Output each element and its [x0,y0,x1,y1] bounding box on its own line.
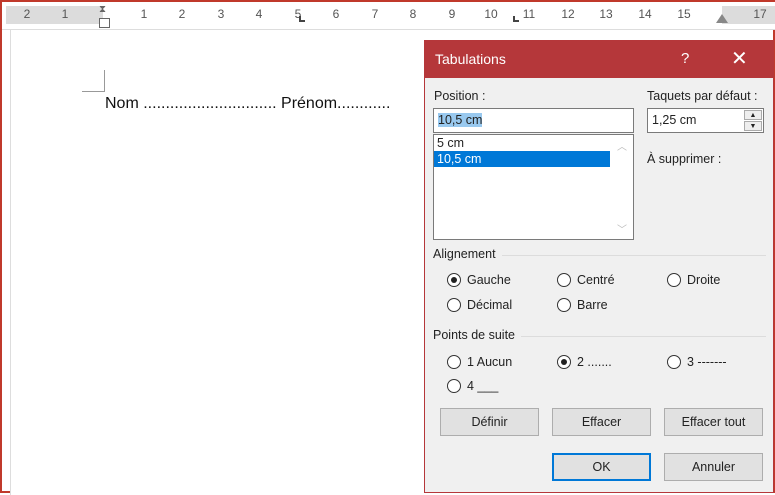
ruler-tick-label: 1 [61,7,69,21]
cancel-button[interactable]: Annuler [664,453,763,481]
ruler-tick-label: 2 [178,7,186,21]
align-center-radio[interactable]: Centré [557,273,615,287]
right-indent-marker[interactable] [716,14,728,23]
tab-stop-item-selected[interactable]: 10,5 cm [434,151,610,167]
set-button[interactable]: Définir [440,408,539,436]
left-tab-stop-10-5[interactable] [513,16,519,22]
left-tab-stop-5[interactable] [299,16,305,22]
ok-button[interactable]: OK [552,453,651,481]
dialog-title: Tabulations [435,51,506,67]
ruler-tick-label: 17 [753,7,767,21]
alignment-section: Alignement [433,247,766,261]
ruler-tick-label: 12 [561,7,575,21]
margin-corner-mark [82,70,105,92]
position-label: Position : [434,89,486,103]
tabs-dialog: Tabulations ? ✕ Position : 10,5 cm 5 cm … [424,40,774,493]
spin-down-icon[interactable]: ▼ [744,121,762,131]
ruler-tick-label: 6 [332,7,340,21]
ruler-tick-label: 1 [140,7,148,21]
first-line-indent-marker[interactable]: ⧗ [99,4,106,15]
tab-stop-list[interactable]: 5 cm 10,5 cm ︿ ﹀ [433,134,634,240]
left-indent-marker[interactable] [99,18,110,28]
tab-stop-item[interactable]: 5 cm [434,135,633,151]
document-text-line[interactable]: Nom .............................. Préno… [105,95,390,113]
align-decimal-radio[interactable]: Décimal [447,298,512,312]
ruler-tick-label: 15 [677,7,691,21]
default-tabs-label: Taquets par défaut : [647,89,758,103]
leader-dashes-radio[interactable]: 3 ------- [667,355,727,369]
ruler-tick-label: 8 [409,7,417,21]
align-left-radio[interactable]: Gauche [447,273,511,287]
ruler-tick-label: 7 [371,7,379,21]
leader-none-radio[interactable]: 1 Aucun [447,355,512,369]
scroll-down-icon[interactable]: ﹀ [617,221,627,236]
clear-all-button[interactable]: Effacer tout [664,408,763,436]
leader-section: Points de suite [433,328,766,342]
leader-dots-radio[interactable]: 2 ....... [557,355,612,369]
dialog-title-bar[interactable]: Tabulations ? ✕ [425,41,773,78]
position-input[interactable]: 10,5 cm [433,108,634,133]
ruler-tick-label: 13 [599,7,613,21]
ruler-margin-left [6,6,103,24]
help-icon[interactable]: ? [681,50,689,67]
position-value: 10,5 cm [438,113,483,127]
align-right-radio[interactable]: Droite [667,273,720,287]
ruler-tick-label: 10 [484,7,498,21]
close-icon[interactable]: ✕ [731,46,748,71]
ruler-tick-label: 14 [638,7,652,21]
ruler-margin-right [722,6,775,24]
ruler-tick-label: 9 [448,7,456,21]
default-tabs-spinner[interactable]: 1,25 cm ▲ ▼ [647,108,764,133]
default-tabs-value: 1,25 cm [652,113,697,127]
spin-up-icon[interactable]: ▲ [744,110,762,120]
scroll-up-icon[interactable]: ︿ [617,138,627,153]
ruler-tick-label: 4 [255,7,263,21]
to-remove-label: À supprimer : [647,152,722,166]
leader-underline-radio[interactable]: 4 ___ [447,379,498,393]
ruler-tick-label: 2 [23,7,31,21]
clear-button[interactable]: Effacer [552,408,651,436]
horizontal-ruler[interactable]: 2 1 1 2 3 4 5 6 7 8 9 10 11 12 13 14 15 17 ⧗ [2,2,775,30]
ruler-tick-label: 11 [522,7,536,21]
ruler-tick-label: 3 [217,7,225,21]
align-bar-radio[interactable]: Barre [557,298,608,312]
